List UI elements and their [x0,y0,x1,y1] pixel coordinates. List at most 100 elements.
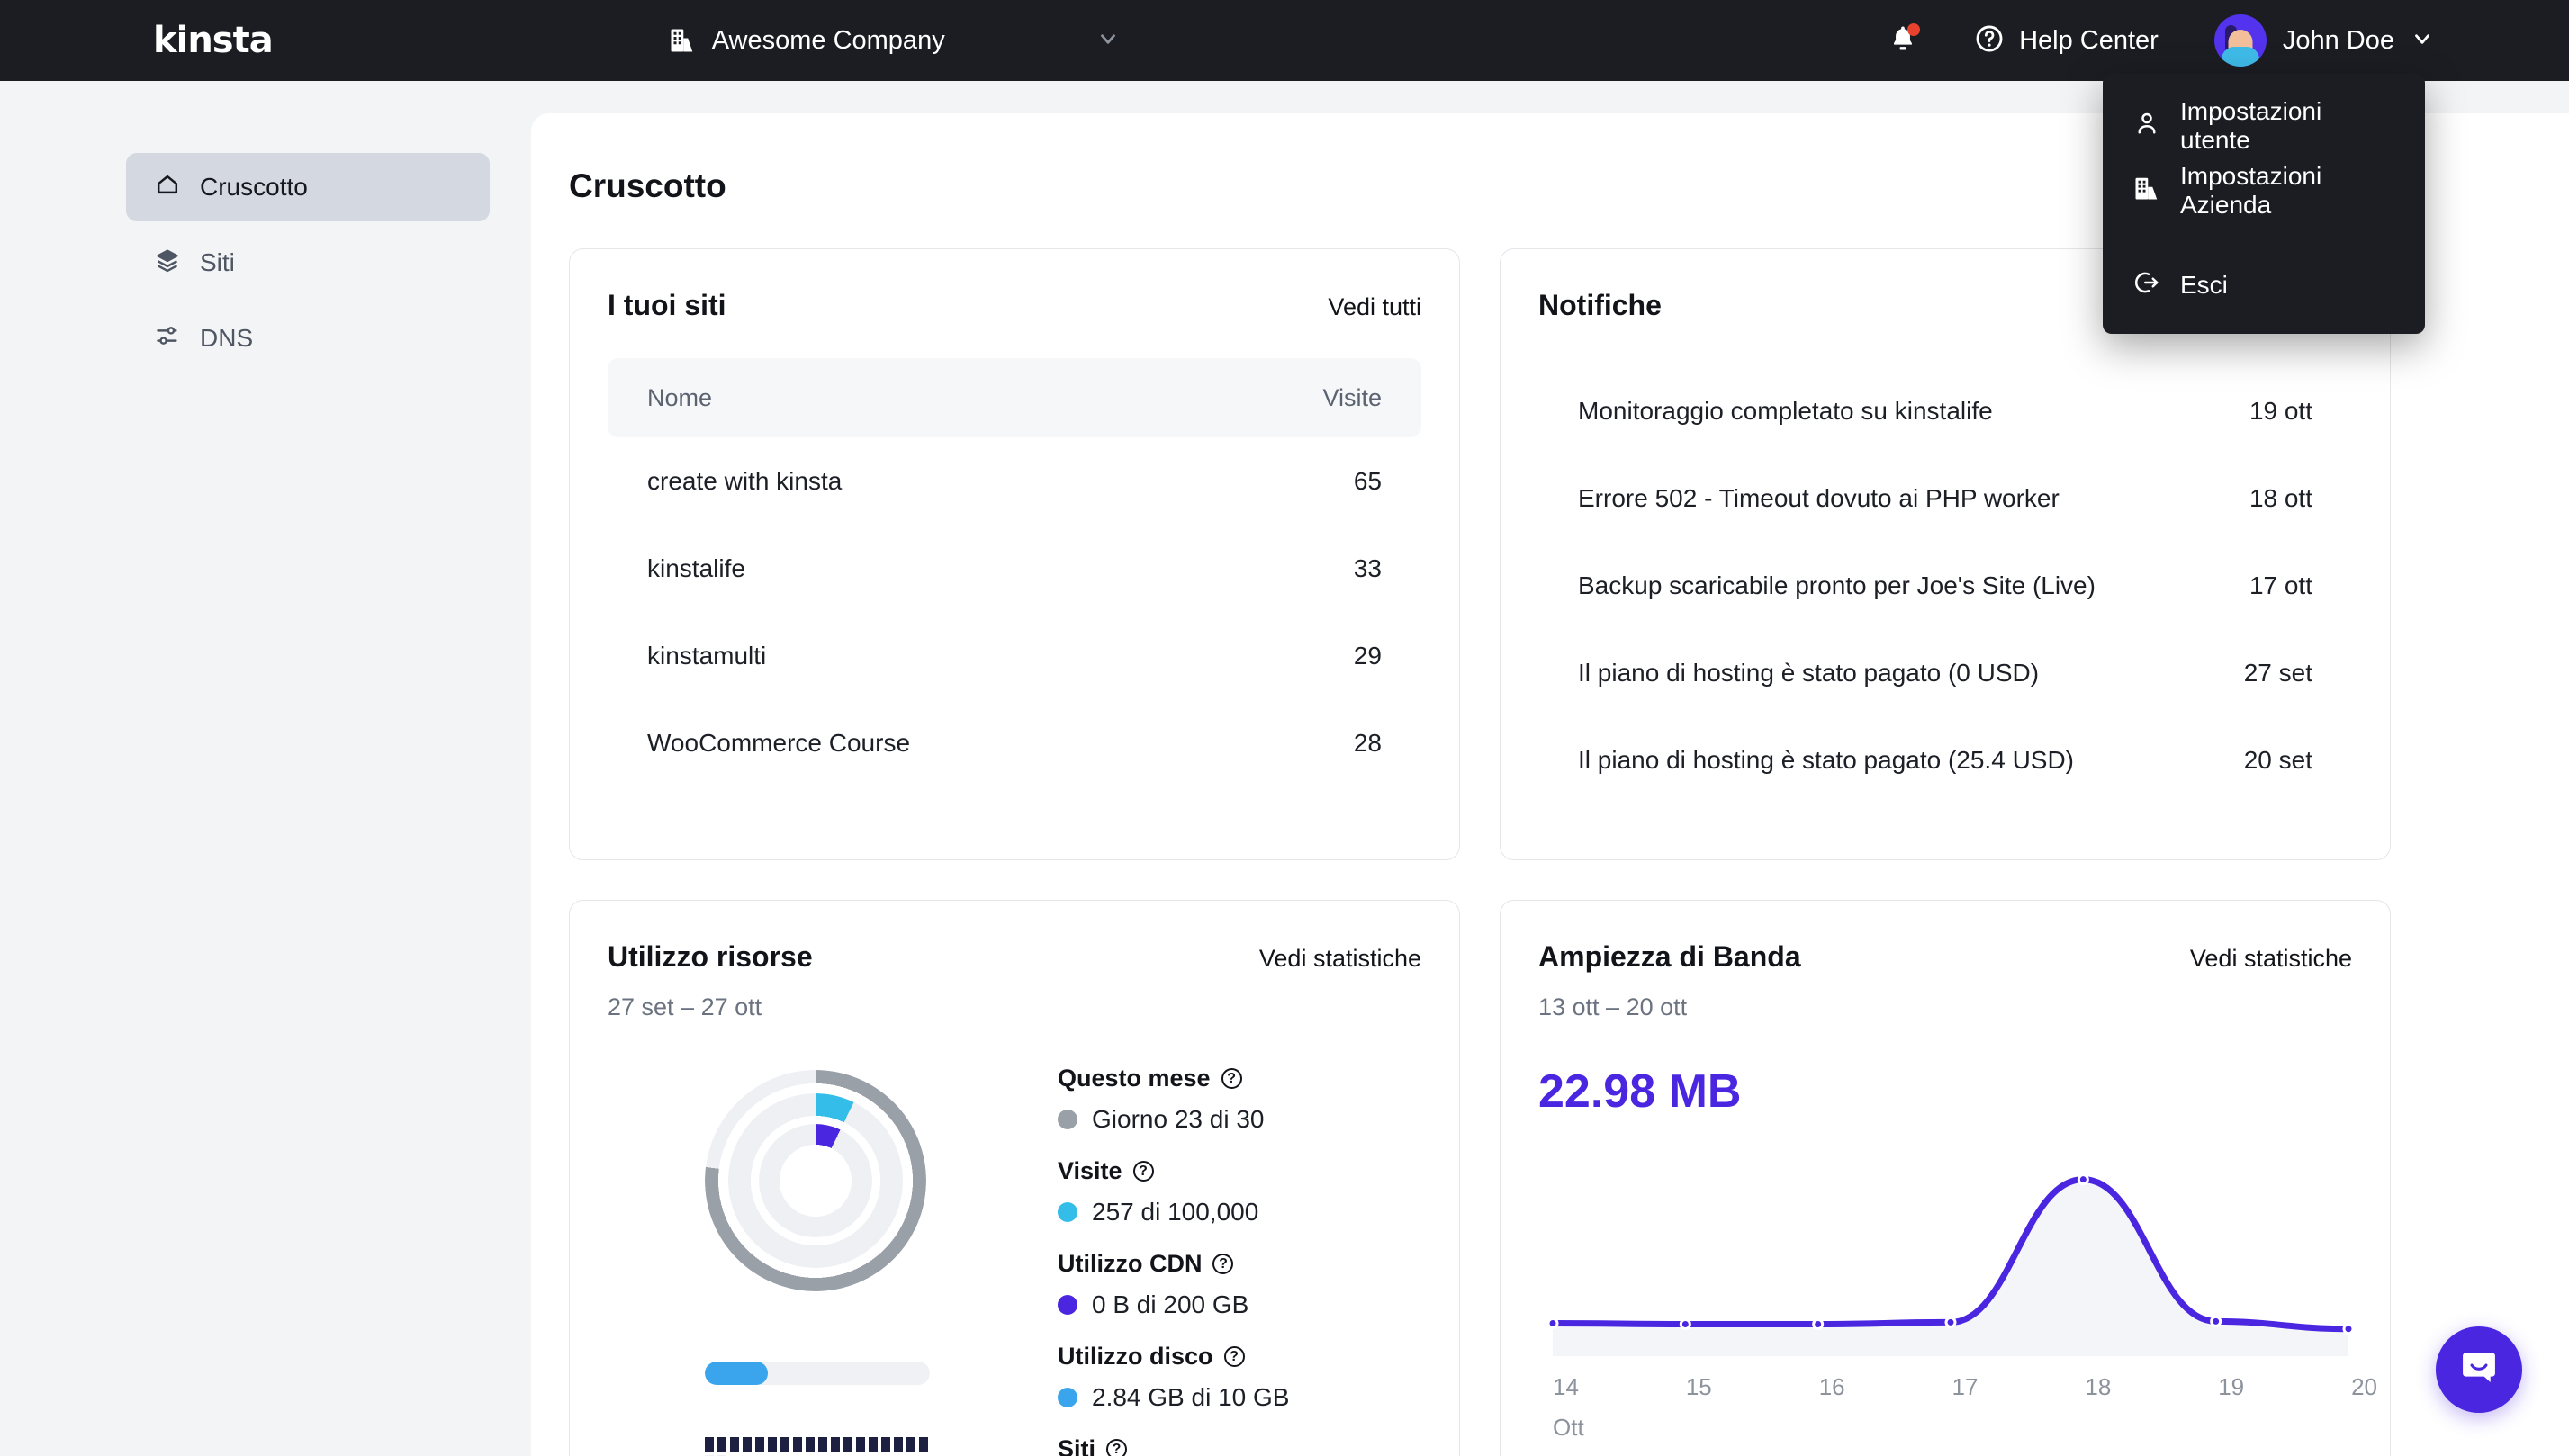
chart-area-fill [1553,1179,2348,1356]
notification-text: Backup scaricabile pronto per Joe's Site… [1578,571,2096,599]
legend-dot [1058,1388,1077,1407]
bandwidth-stats-link[interactable]: Vedi statistiche [2190,945,2352,973]
table-row[interactable]: kinstamulti 29 [608,612,1421,699]
stat-value-text: 0 B di 200 GB [1092,1290,1249,1318]
table-row[interactable]: kinstalife 33 [608,525,1421,612]
chart-data-point[interactable] [1679,1318,1691,1331]
stat-label-text: Questo mese [1058,1065,1211,1092]
intercom-chat-launcher[interactable] [2436,1326,2522,1413]
chart-x-axis: 14 15 16 17 18 19 20 [1553,1373,2377,1401]
x-axis-tick: 16 [1818,1373,1845,1400]
x-axis-tick: 17 [1952,1373,1979,1400]
notifications-card-title: Notifiche [1538,289,1662,321]
site-block [869,1437,878,1452]
resource-usage-title: Utilizzo risorse [608,940,813,973]
sites-table-header: Nome Visite [608,358,1421,437]
logout-icon [2133,269,2160,302]
disk-usage-bar [705,1362,930,1385]
question-circle-icon [1974,23,2005,58]
stat-sites: Siti ? 18 di 20 [1058,1435,1421,1456]
menu-item-company-settings[interactable]: Impostazioni Azienda [2103,158,2425,223]
usage-donut-chart [705,1070,926,1291]
site-visits: 28 [1353,728,1382,757]
chevron-down-icon [1096,27,1120,55]
stat-label: Utilizzo CDN ? [1058,1250,1421,1278]
chart-data-point[interactable] [2210,1315,2222,1327]
bandwidth-total-value: 22.98 MB [1538,1065,1742,1118]
stat-label-text: Siti [1058,1435,1096,1456]
site-block [793,1437,802,1452]
x-axis-tick: 19 [2218,1373,2245,1400]
chevron-down-icon [2411,27,2434,55]
chart-data-point[interactable] [2077,1173,2089,1186]
sites-view-all-link[interactable]: Vedi tutti [1328,293,1421,321]
site-block [780,1437,789,1452]
menu-item-user-settings[interactable]: Impostazioni utente [2103,94,2425,158]
help-tooltip-icon[interactable]: ? [1221,1068,1242,1089]
site-block [881,1437,890,1452]
site-block [818,1437,827,1452]
notifications-list: Monitoraggio completato su kinstalife 19… [1538,367,2352,804]
site-block [831,1437,840,1452]
list-item[interactable]: Errore 502 - Timeout dovuto ai PHP worke… [1538,454,2352,542]
sidebar-item-label: Siti [200,248,235,276]
resource-usage-header: Utilizzo risorse Vedi statistiche [608,940,1421,974]
list-item[interactable]: Il piano di hosting è stato pagato (25.4… [1538,716,2352,804]
site-block [717,1437,726,1452]
chart-data-point[interactable] [1812,1318,1825,1331]
stat-label-text: Utilizzo disco [1058,1343,1213,1370]
list-item[interactable]: Il piano di hosting è stato pagato (0 US… [1538,629,2352,716]
notification-date: 19 ott [2249,396,2312,425]
help-tooltip-icon[interactable]: ? [1223,1346,1245,1367]
site-block [806,1437,815,1452]
user-menu-button[interactable]: John Doe [2213,14,2434,67]
donut-ring-cdn [759,1124,872,1237]
notification-text: Monitoraggio completato su kinstalife [1578,396,1993,425]
menu-item-logout[interactable]: Esci [2103,253,2425,318]
x-axis-tick: 14 [1553,1373,1579,1400]
sidebar-item-cruscotto[interactable]: Cruscotto [126,153,490,221]
chart-data-point[interactable] [1944,1316,1957,1328]
sites-table-body: create with kinsta 65 kinstalife 33 kins… [608,437,1421,786]
sidebar-item-siti[interactable]: Siti [126,229,490,297]
kinsta-logo[interactable]: kinsta [153,20,274,61]
notifications-button[interactable] [1879,16,1927,65]
stat-value: 0 B di 200 GB [1058,1290,1421,1319]
table-row[interactable]: create with kinsta 65 [608,437,1421,525]
disk-usage-bar-fill [705,1362,768,1385]
stat-label: Questo mese ? [1058,1065,1421,1092]
help-tooltip-icon[interactable]: ? [1106,1439,1128,1456]
list-item[interactable]: Backup scaricabile pronto per Joe's Site… [1538,542,2352,629]
table-row[interactable]: WooCommerce Course 28 [608,699,1421,786]
stat-value-text: 257 di 100,000 [1092,1198,1259,1226]
user-dropdown-menu: Impostazioni utente Impostazioni Azienda [2103,74,2425,334]
sidebar-item-label: DNS [200,324,254,352]
site-block [755,1437,764,1452]
help-center-label: Help Center [2019,25,2159,55]
resource-usage-stats: Questo mese ? Giorno 23 di 30 Visite ? 2… [1058,1048,1421,1456]
bandwidth-card-header: Ampiezza di Banda Vedi statistiche [1538,940,2352,974]
help-tooltip-icon[interactable]: ? [1212,1254,1234,1274]
bandwidth-area-chart [1546,1173,2355,1356]
stat-value: 257 di 100,000 [1058,1198,1421,1227]
x-axis-tick: 15 [1685,1373,1712,1400]
resource-usage-card: Utilizzo risorse Vedi statistiche 27 set… [569,900,1460,1456]
resource-usage-stats-link[interactable]: Vedi statistiche [1259,945,1421,973]
company-selector[interactable]: Awesome Company [669,26,1120,56]
site-visits: 33 [1353,553,1382,582]
stat-label: Siti ? [1058,1435,1421,1456]
help-center-button[interactable]: Help Center [1974,23,2159,58]
notification-text: Il piano di hosting è stato pagato (0 US… [1578,658,2040,687]
sidebar-item-dns[interactable]: DNS [126,304,490,373]
chart-data-point[interactable] [1546,1317,1559,1329]
menu-item-label: Impostazioni Azienda [2180,162,2322,219]
sidebar: Cruscotto Siti DNS [0,81,531,1456]
chart-data-point[interactable] [2342,1323,2355,1335]
stat-this-month: Questo mese ? Giorno 23 di 30 [1058,1065,1421,1134]
home-icon [155,172,180,203]
sites-card-header: I tuoi siti Vedi tutti [608,289,1421,322]
building-icon [669,26,696,55]
help-tooltip-icon[interactable]: ? [1132,1161,1154,1182]
user-name: John Doe [2282,25,2394,55]
list-item[interactable]: Monitoraggio completato su kinstalife 19… [1538,367,2352,454]
